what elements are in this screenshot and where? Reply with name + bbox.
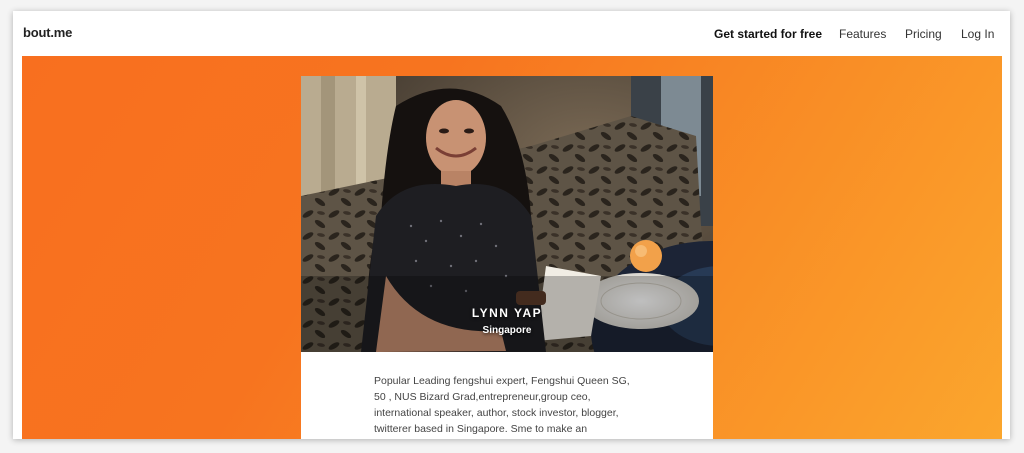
get-started-link[interactable]: Get started for free	[714, 27, 822, 41]
features-link[interactable]: Features	[839, 27, 886, 41]
bio-line: Popular Leading fengshui expert, Fengshu…	[374, 375, 630, 387]
bio-line: 50 , NUS Bizard Grad,entrepreneur,group …	[374, 391, 591, 403]
browser-window: bout.me Get started for free Features Pr…	[13, 11, 1010, 439]
login-link[interactable]: Log In	[961, 27, 994, 41]
profile-card: LYNN YAP Singapore Popular Leading fengs…	[301, 76, 713, 439]
profile-hero-background: LYNN YAP Singapore Popular Leading fengs…	[22, 56, 1002, 439]
top-navigation-bar: bout.me Get started for free Features Pr…	[13, 11, 1010, 56]
bio-line: international speaker, author, stock inv…	[374, 407, 619, 419]
bio-line: twitterer based in Singapore. Sme to mak…	[374, 423, 588, 435]
profile-location: Singapore	[482, 325, 532, 336]
profile-name: LYNN YAP	[471, 306, 543, 320]
pricing-link[interactable]: Pricing	[905, 27, 942, 41]
profile-photo: LYNN YAP Singapore	[301, 76, 713, 352]
profile-bio: Popular Leading fengshui expert, Fengshu…	[374, 373, 644, 437]
site-logo[interactable]: bout.me	[23, 25, 72, 40]
